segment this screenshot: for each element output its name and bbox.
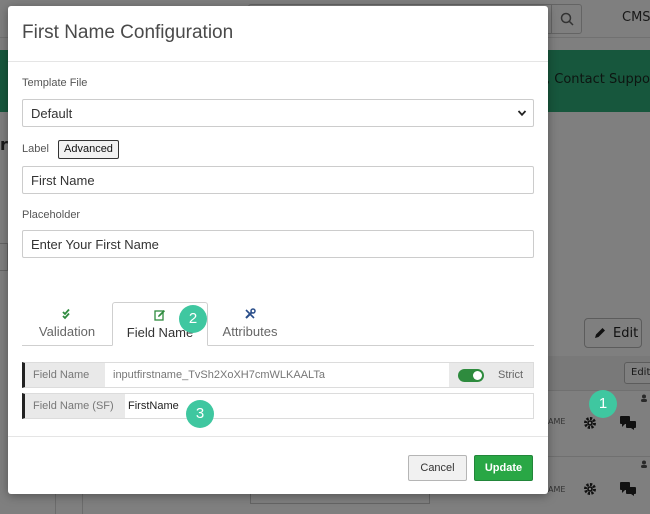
placeholder-input-value: Enter Your First Name <box>31 237 159 252</box>
cancel-button[interactable]: Cancel <box>408 455 467 481</box>
field-name-sf-label: Field Name (SF) <box>25 394 125 418</box>
strict-toggle[interactable] <box>458 369 484 382</box>
field-name-sf-row: Field Name (SF) FirstName <box>22 393 534 419</box>
placeholder-input[interactable]: Enter Your First Name <box>22 230 534 258</box>
label-input[interactable]: First Name <box>22 166 534 194</box>
strict-label: Strict <box>498 369 524 381</box>
configuration-modal: First Name Configuration Template File D… <box>8 6 548 494</box>
advanced-button[interactable]: Advanced <box>58 140 119 159</box>
label-input-value: First Name <box>31 173 95 188</box>
tab-attributes[interactable]: Attributes <box>212 302 288 346</box>
double-check-icon <box>62 308 70 320</box>
template-file-label: Template File <box>22 77 88 89</box>
update-button[interactable]: Update <box>474 455 533 481</box>
tab-validation-label: Validation <box>38 324 96 339</box>
tab-attributes-label: Attributes <box>222 324 278 339</box>
template-file-select[interactable]: Default <box>22 99 534 127</box>
field-name-value[interactable]: inputfirstname_TvSh2XoXH7cmWLKAALTa <box>113 369 325 381</box>
template-file-value: Default <box>31 106 73 121</box>
field-name-label: Field Name <box>25 363 105 387</box>
callout-badge-1: 1 <box>589 390 617 418</box>
callout-badge-3: 3 <box>186 400 214 428</box>
edit-icon <box>154 310 165 321</box>
footer-divider <box>8 436 548 437</box>
tools-icon <box>245 308 256 319</box>
toggle-knob <box>473 371 482 380</box>
modal-title: First Name Configuration <box>22 22 234 43</box>
tab-validation[interactable]: Validation <box>26 302 108 346</box>
placeholder-field-label: Placeholder <box>22 209 81 221</box>
label-field-label: Label <box>22 143 49 155</box>
chevron-down-icon <box>517 110 527 117</box>
field-name-sf-input[interactable]: FirstName <box>128 400 179 412</box>
modal-header: First Name Configuration <box>8 6 548 62</box>
callout-badge-2: 2 <box>179 305 207 333</box>
strict-toggle-group: Strict <box>449 363 533 387</box>
field-name-row: Field Name inputfirstname_TvSh2XoXH7cmWL… <box>22 362 534 388</box>
